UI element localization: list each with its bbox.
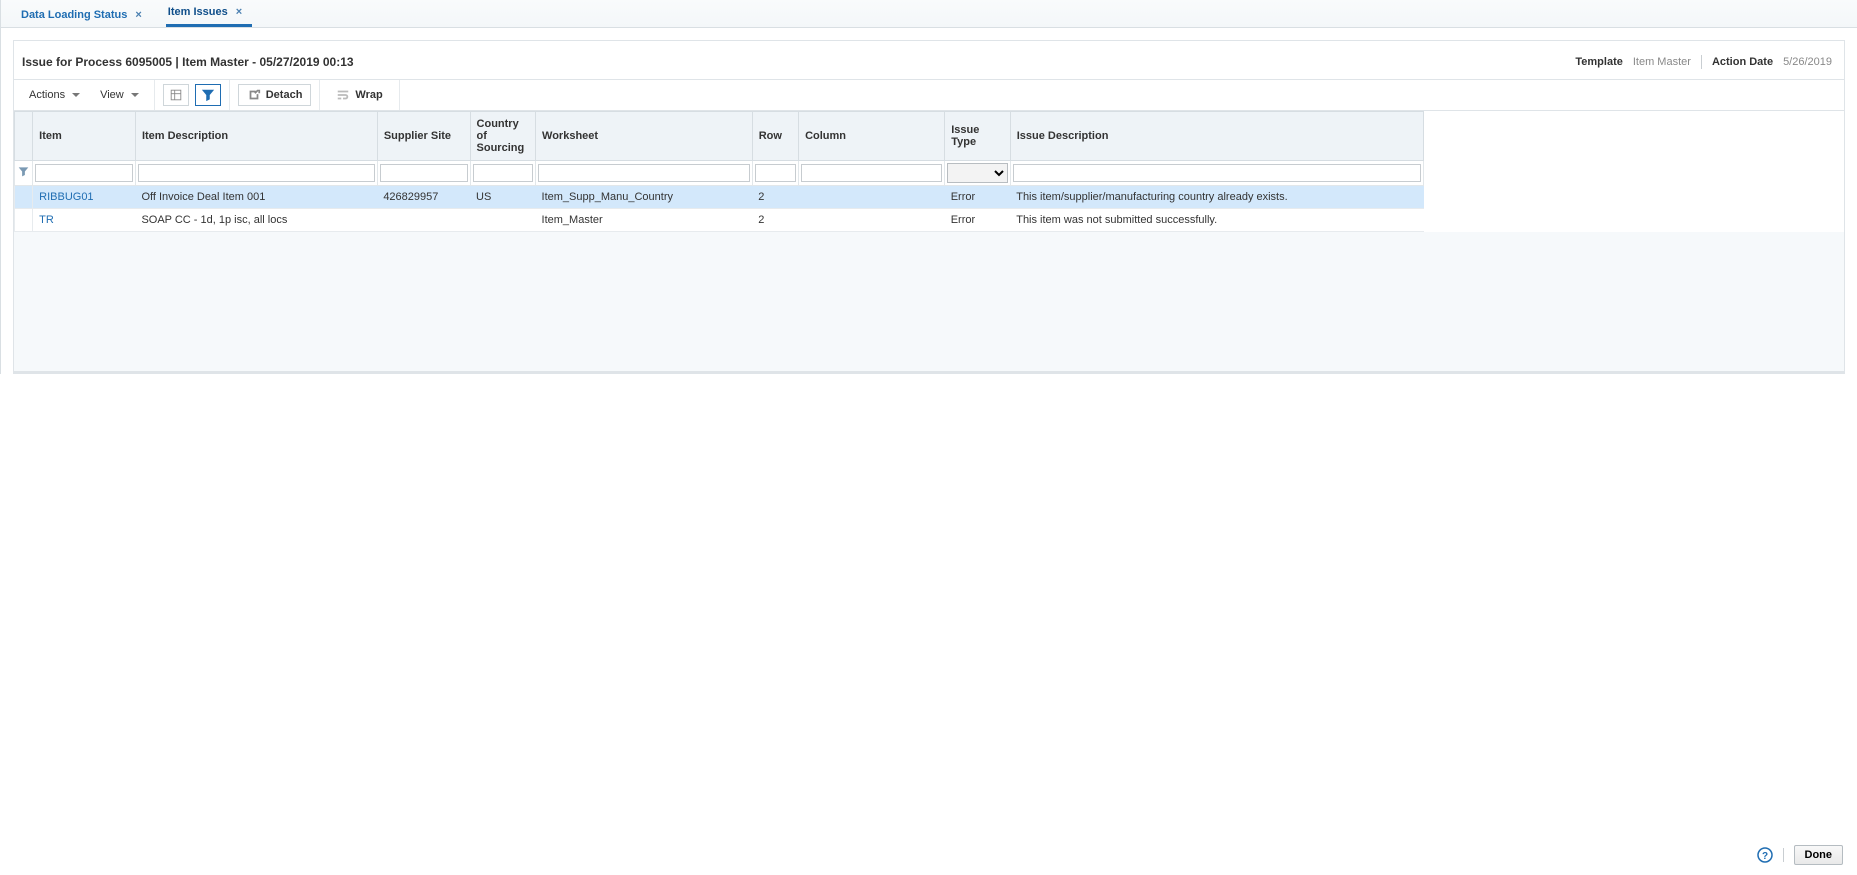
cell-item[interactable]: RIBBUG01 [33, 186, 136, 209]
filter-item[interactable] [35, 164, 133, 182]
cell-country-of-sourcing: US [470, 186, 536, 209]
filter-column[interactable] [801, 164, 942, 182]
col-country-of-sourcing[interactable]: Country of Sourcing [470, 112, 536, 161]
table-row[interactable]: TR SOAP CC - 1d, 1p isc, all locs Item_M… [15, 209, 1424, 232]
separator [1783, 848, 1784, 862]
close-icon[interactable]: × [236, 6, 242, 18]
row-selector-header [15, 112, 33, 161]
cell-item-description: SOAP CC - 1d, 1p isc, all locs [135, 209, 377, 232]
col-worksheet[interactable]: Worksheet [536, 112, 753, 161]
filter-item-description[interactable] [138, 164, 375, 182]
template-value: Item Master [1633, 56, 1691, 68]
export-button[interactable] [163, 84, 189, 106]
filter-toggle-button[interactable] [195, 84, 221, 106]
template-label: Template [1575, 56, 1622, 68]
separator [1701, 55, 1702, 69]
page-title: Issue for Process 6095005 | Item Master … [22, 55, 354, 69]
tab-label: Item Issues [168, 6, 228, 18]
done-button[interactable]: Done [1794, 845, 1844, 865]
cell-column [799, 209, 945, 232]
view-menu[interactable]: View [93, 84, 146, 106]
header-meta: Template Item Master Action Date 5/26/20… [1575, 55, 1832, 69]
actions-menu[interactable]: Actions [22, 84, 87, 106]
cell-item[interactable]: TR [33, 209, 136, 232]
filter-issue-type[interactable] [947, 163, 1008, 183]
help-icon[interactable]: ? [1757, 847, 1773, 863]
col-issue-description[interactable]: Issue Description [1010, 112, 1423, 161]
wrap-icon [336, 88, 350, 102]
grid-empty-area [14, 232, 1844, 372]
cell-worksheet: Item_Master [536, 209, 753, 232]
cell-country-of-sourcing [470, 209, 536, 232]
col-row[interactable]: Row [752, 112, 798, 161]
spreadsheet-icon [169, 88, 183, 102]
col-issue-type[interactable]: Issue Type [945, 112, 1011, 161]
cell-issue-description: This item was not submitted successfully… [1010, 209, 1423, 232]
cell-issue-type: Error [945, 186, 1011, 209]
action-date-value: 5/26/2019 [1783, 56, 1832, 68]
svg-text:?: ? [1761, 851, 1767, 862]
filter-supplier-site[interactable] [380, 164, 468, 182]
cell-row: 2 [752, 209, 798, 232]
row-handle[interactable] [15, 186, 33, 209]
cell-column [799, 186, 945, 209]
tab-bar: Data Loading Status × Item Issues × [1, 0, 1857, 28]
cell-item-description: Off Invoice Deal Item 001 [135, 186, 377, 209]
col-column[interactable]: Column [799, 112, 945, 161]
table-row[interactable]: RIBBUG01 Off Invoice Deal Item 001 42682… [15, 186, 1424, 209]
filter-row-number[interactable] [755, 164, 796, 182]
cell-worksheet: Item_Supp_Manu_Country [536, 186, 753, 209]
view-label: View [100, 89, 124, 101]
tab-label: Data Loading Status [21, 9, 127, 21]
close-icon[interactable]: × [135, 9, 141, 21]
cell-supplier-site: 426829957 [377, 186, 470, 209]
detach-button[interactable]: Detach [238, 84, 312, 106]
filter-worksheet[interactable] [538, 164, 750, 182]
col-item-description[interactable]: Item Description [135, 112, 377, 161]
row-handle[interactable] [15, 209, 33, 232]
filter-issue-description[interactable] [1013, 164, 1421, 182]
cell-row: 2 [752, 186, 798, 209]
issues-panel: Issue for Process 6095005 | Item Master … [13, 40, 1845, 374]
wrap-label: Wrap [355, 89, 382, 101]
page-footer: ? Done [1747, 839, 1854, 871]
cell-issue-type: Error [945, 209, 1011, 232]
filter-country-of-sourcing[interactable] [473, 164, 534, 182]
detach-label: Detach [266, 89, 303, 101]
filter-row [15, 161, 1424, 186]
col-item[interactable]: Item [33, 112, 136, 161]
qbe-icon[interactable] [15, 161, 33, 186]
tab-data-loading-status[interactable]: Data Loading Status × [19, 3, 152, 27]
action-date-label: Action Date [1712, 56, 1773, 68]
cell-issue-description: This item/supplier/manufacturing country… [1010, 186, 1423, 209]
wrap-button[interactable]: Wrap [328, 84, 390, 106]
issues-table: Item Item Description Supplier Site Coun… [14, 111, 1424, 232]
tab-item-issues[interactable]: Item Issues × [166, 0, 252, 27]
detach-icon [247, 88, 261, 102]
col-supplier-site[interactable]: Supplier Site [377, 112, 470, 161]
cell-supplier-site [377, 209, 470, 232]
grid-toolbar: Actions View Detach [14, 79, 1844, 111]
actions-label: Actions [29, 89, 65, 101]
funnel-icon [201, 88, 215, 102]
